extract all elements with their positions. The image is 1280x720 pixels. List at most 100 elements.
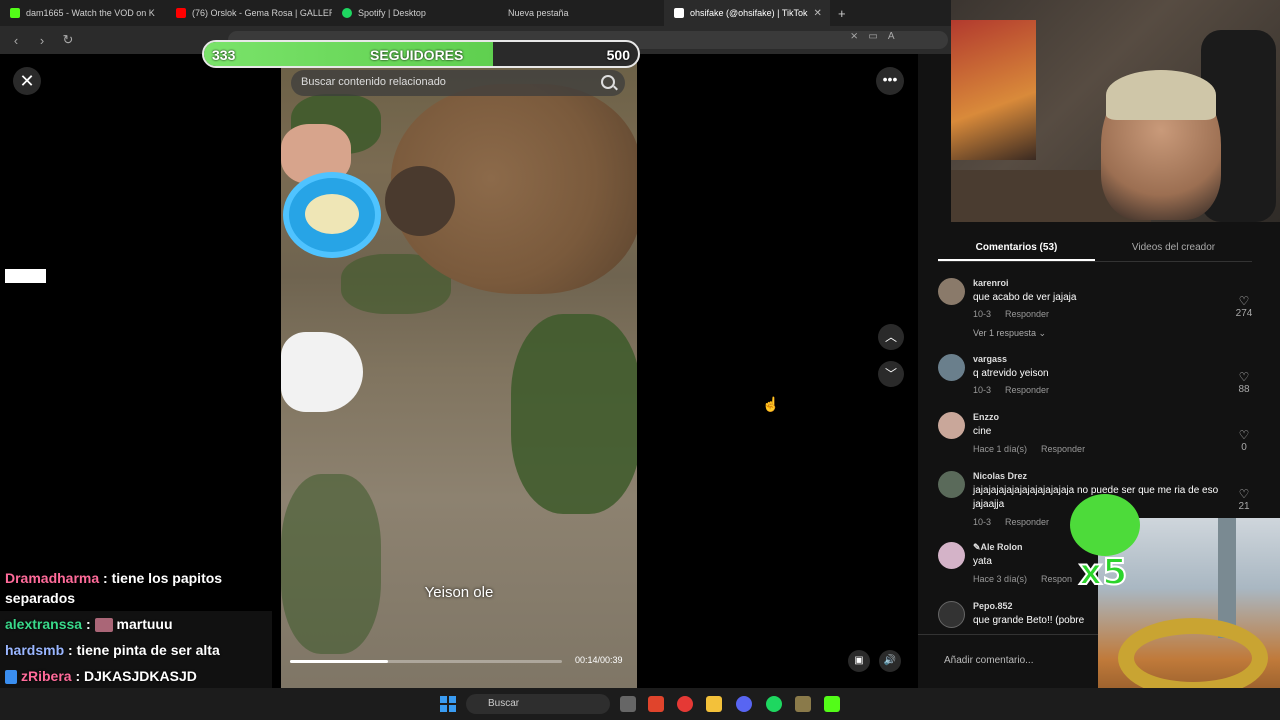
pip-icon[interactable]: ▣ — [848, 650, 870, 672]
add-comment-input[interactable]: Añadir comentario... — [918, 634, 1098, 688]
tiktok-icon — [674, 8, 684, 18]
cast-icon[interactable]: ▭ — [868, 31, 877, 42]
tab-comments[interactable]: Comentarios (53) — [938, 238, 1095, 261]
follower-goal: 500 — [606, 47, 630, 63]
back-icon[interactable]: ‹ — [6, 33, 26, 48]
reply-button[interactable]: Responder — [1005, 517, 1049, 527]
app-icon[interactable] — [677, 696, 693, 712]
reply-button[interactable]: Responder — [1005, 309, 1049, 319]
dog-snout — [385, 166, 455, 236]
forward-icon[interactable]: › — [32, 33, 52, 48]
tab-youtube[interactable]: (76) Orslok - Gema Rosa | GALLERY S — [166, 0, 332, 26]
comment-date: 10-3 — [973, 517, 992, 527]
comment-text: que acabo de ver jajaja — [973, 292, 1077, 303]
chat-separator: : — [82, 616, 95, 632]
volume-icon[interactable]: 🔊 — [879, 650, 901, 672]
reply-button[interactable]: Respon — [1041, 574, 1072, 584]
discord-icon[interactable] — [736, 696, 752, 712]
heart-icon: ♡ — [1238, 294, 1250, 308]
windows-start-icon[interactable] — [440, 696, 456, 712]
brave-icon[interactable] — [648, 696, 664, 712]
heart-icon: ♡ — [1238, 487, 1250, 501]
view-replies-button[interactable]: Ver 1 respuesta ⌄ — [973, 328, 1046, 339]
video-time: 00:14/00:39 — [575, 655, 623, 665]
extension-icon[interactable]: ⨯ — [850, 31, 858, 42]
avatar[interactable] — [938, 412, 965, 439]
task-view-icon[interactable] — [620, 696, 636, 712]
chat-message: zRibera : DJKASJDKASJD — [0, 663, 272, 689]
tab-creator-videos[interactable]: Videos del creador — [1095, 238, 1252, 261]
comment-user[interactable]: Enzzo — [973, 412, 999, 422]
avatar[interactable] — [938, 278, 965, 305]
like-button[interactable]: ♡ 88 — [1234, 370, 1254, 395]
browser-toolbar: ⨯ ▭ A — [850, 31, 895, 42]
chat-message: Dramadharma : tiene los papitos separado… — [0, 565, 272, 611]
kick-icon[interactable] — [824, 696, 840, 712]
chat-separator: : — [71, 668, 85, 684]
avatar[interactable] — [938, 542, 965, 569]
chat-text: tiene pinta de ser alta — [76, 642, 220, 658]
like-button[interactable]: ♡ 0 — [1234, 428, 1254, 453]
chat-message: alextranssa : martuuu — [0, 611, 272, 637]
comment-meta: 10-3 Responder — [973, 517, 1049, 527]
avatar[interactable] — [938, 471, 965, 498]
comment-text: q atrevido yeison — [973, 368, 1049, 379]
grass-patch — [281, 474, 381, 654]
like-button[interactable]: ♡ 274 — [1234, 294, 1254, 319]
comment-meta: 10-3 Responder — [973, 385, 1049, 395]
reply-button[interactable]: Responder — [1005, 385, 1049, 395]
chevron-up-icon[interactable]: ︿ — [878, 324, 904, 350]
comment-user[interactable]: karenroi — [973, 278, 1009, 288]
chat-separator: : — [99, 570, 112, 586]
reply-button[interactable]: Responder — [1041, 444, 1085, 454]
like-button[interactable]: ♡ 21 — [1234, 487, 1254, 512]
tab-tiktok[interactable]: ohsifake (@ohsifake) | TikTok ✕ — [664, 0, 830, 26]
spotify-icon — [342, 8, 352, 18]
chat-user: Dramadharma — [5, 570, 100, 586]
chevron-down-icon[interactable]: ﹀ — [878, 361, 904, 387]
avatar[interactable] — [938, 601, 965, 628]
app-icon[interactable] — [795, 696, 811, 712]
comment-user[interactable]: vargass — [973, 354, 1007, 364]
follower-label: SEGUIDORES — [370, 47, 464, 63]
webcam-overlay — [951, 0, 1280, 222]
tab-spotify[interactable]: Spotify | Desktop — [332, 0, 498, 26]
tab-new[interactable]: Nueva pestaña — [498, 0, 664, 26]
follower-current: 333 — [212, 47, 236, 63]
reload-icon[interactable]: ↻ — [58, 32, 78, 48]
comment-date: 10-3 — [973, 309, 992, 319]
taskbar-search[interactable]: Buscar — [466, 694, 610, 714]
comment-user[interactable]: Nicolas Drez — [973, 471, 1027, 481]
video-progress-bar[interactable] — [290, 660, 562, 663]
comments-tabs: Comentarios (53) Videos del creador — [938, 238, 1252, 262]
tab-title: (76) Orslok - Gema Rosa | GALLERY S — [192, 8, 332, 18]
bowl-content — [305, 194, 359, 234]
new-tab-button[interactable]: + — [830, 6, 854, 21]
chat-message: hardsmb : tiene pinta de ser alta — [0, 637, 272, 663]
spotify-icon[interactable] — [766, 696, 782, 712]
comment-meta: 10-3 Responder — [973, 309, 1049, 319]
shoe-image — [281, 332, 363, 412]
comment-user[interactable]: Pepo.852 — [973, 601, 1013, 611]
heart-icon: ♡ — [1238, 370, 1250, 384]
streamer-hair — [1106, 70, 1216, 120]
comment-meta: Hace 3 día(s) Respon — [973, 574, 1072, 584]
bowl-image — [283, 172, 381, 258]
tab-title: dam1665 - Watch the VOD on K — [26, 8, 155, 18]
kick-icon — [10, 8, 20, 18]
close-icon[interactable]: ✕ — [13, 67, 41, 95]
chat-user: zRibera — [21, 668, 72, 684]
translate-icon[interactable]: A — [888, 31, 895, 42]
more-options-icon[interactable]: ••• — [876, 67, 904, 95]
search-icon[interactable] — [601, 75, 615, 89]
close-tab-icon[interactable]: ✕ — [814, 8, 822, 19]
comment-user[interactable]: ✎Ale Rolon — [973, 542, 1023, 553]
tab-kick[interactable]: dam1665 - Watch the VOD on K — [0, 0, 166, 26]
heart-icon: ♡ — [1238, 428, 1250, 442]
tab-title: Spotify | Desktop — [358, 8, 426, 18]
emote-multiplier: x5 — [1078, 551, 1128, 594]
comment-text: cine — [973, 426, 992, 437]
file-explorer-icon[interactable] — [706, 696, 722, 712]
avatar[interactable] — [938, 354, 965, 381]
related-search-input[interactable]: Buscar contenido relacionado — [291, 70, 625, 96]
